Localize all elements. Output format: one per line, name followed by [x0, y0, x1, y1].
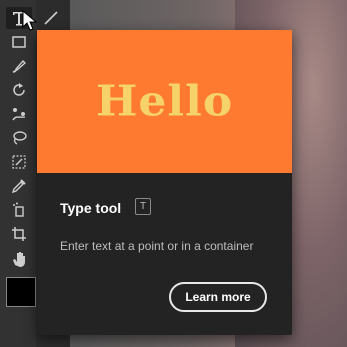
- free-transform-tool-icon[interactable]: [6, 151, 32, 173]
- type-tool-tooltip: Hello Type tool T Enter text at a point …: [37, 30, 292, 335]
- hand-tool-icon[interactable]: [6, 247, 32, 269]
- line-tool-icon[interactable]: [38, 7, 64, 29]
- lasso-tool-icon[interactable]: [6, 127, 32, 149]
- symbol-sprayer-tool-icon[interactable]: [6, 199, 32, 221]
- tooltip-hero: Hello: [37, 30, 292, 173]
- fill-color-swatch[interactable]: [6, 277, 36, 307]
- rotate-tool-icon[interactable]: [6, 79, 32, 101]
- artboard-tool-icon[interactable]: [6, 223, 32, 245]
- hero-word: Hello: [95, 77, 234, 126]
- shortcut-key-badge: T: [135, 198, 151, 215]
- rectangle-tool-icon[interactable]: [6, 31, 32, 53]
- learn-more-button[interactable]: Learn more: [169, 282, 267, 312]
- tooltip-title: Type tool: [60, 200, 122, 216]
- paintbrush-tool-icon[interactable]: [6, 55, 32, 77]
- mouse-pointer-icon: [22, 10, 38, 31]
- tooltip-description: Enter text at a point or in a container: [60, 239, 254, 253]
- puppet-warp-tool-icon[interactable]: [6, 103, 32, 125]
- eyedropper-tool-icon[interactable]: [6, 175, 32, 197]
